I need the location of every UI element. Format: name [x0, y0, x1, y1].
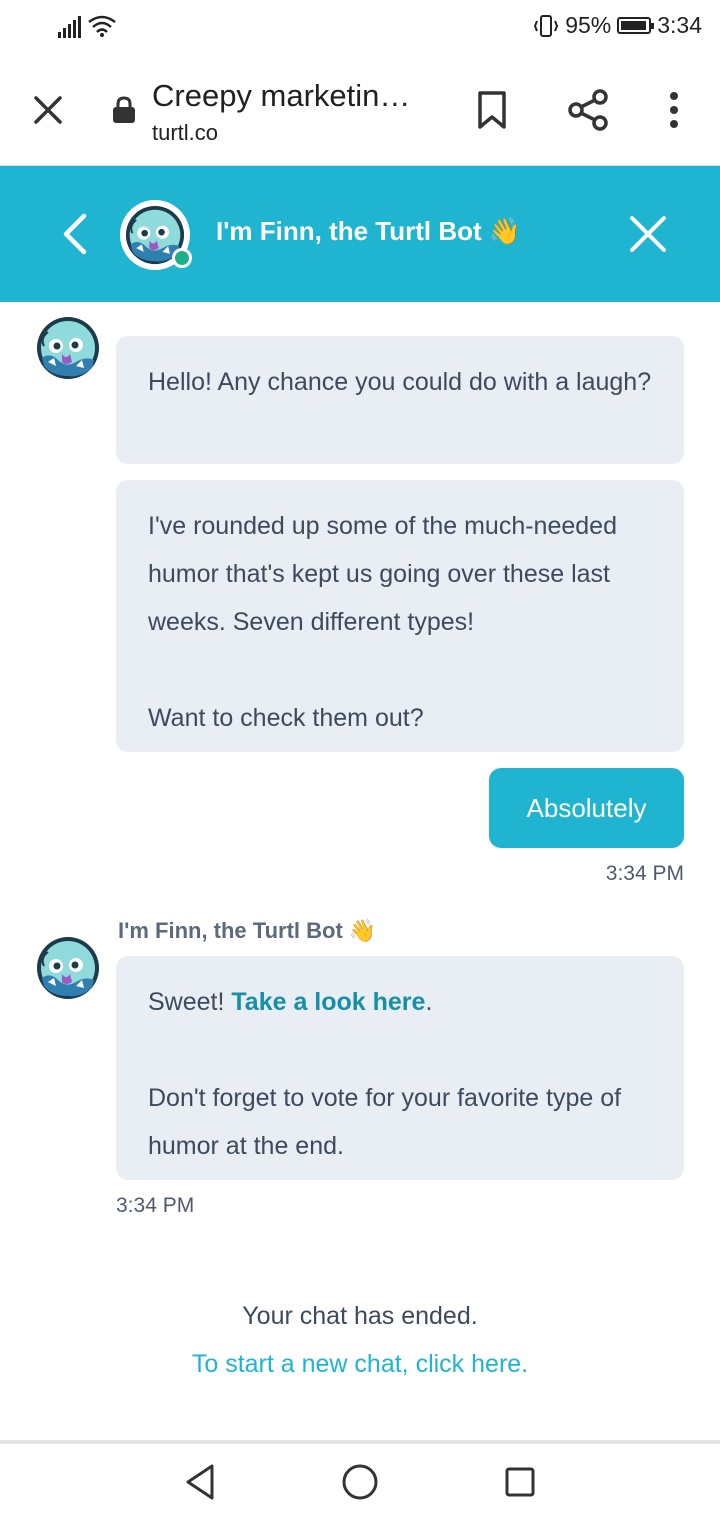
new-chat-link[interactable]: To start a new chat, click here.: [0, 1350, 720, 1379]
message-text: Hello! Any chance you could do with a la…: [148, 368, 652, 396]
chat-title: I'm Finn, the Turtl Bot 👋: [216, 216, 522, 246]
home-circle-icon[interactable]: [341, 1463, 379, 1501]
system-status: 95% 3:34: [533, 12, 702, 39]
message-text: Absolutely: [526, 792, 647, 823]
bookmark-icon[interactable]: [474, 90, 510, 130]
battery-icon: [617, 17, 655, 34]
message-timestamp: 3:34 PM: [605, 862, 684, 885]
message-timestamp: 3:34 PM: [116, 1194, 195, 1217]
user-message: Absolutely: [489, 768, 684, 848]
message-prefix: Sweet!: [148, 988, 232, 1016]
share-icon[interactable]: [566, 88, 610, 132]
lock-icon: [113, 96, 135, 123]
chevron-left-icon[interactable]: [56, 210, 92, 258]
bot-message: Hello! Any chance you could do with a la…: [116, 336, 684, 464]
message-text: Don't forget to vote for your favorite t…: [148, 1084, 622, 1160]
wifi-icon: [88, 15, 116, 37]
bot-message: Sweet! Take a look here. Don't forget to…: [116, 956, 684, 1180]
chat-header: I'm Finn, the Turtl Bot 👋: [0, 166, 720, 302]
battery-percent: 95%: [565, 12, 612, 38]
message-text: I've rounded up some of the much-needed …: [148, 512, 617, 636]
sender-name: I'm Finn, the Turtl Bot 👋: [118, 918, 377, 943]
message-suffix: .: [425, 988, 433, 1016]
bot-message: I've rounded up some of the much-needed …: [116, 480, 684, 752]
chat-ended-text: Your chat has ended.: [242, 1302, 478, 1330]
page-title[interactable]: Creepy marketin…: [152, 78, 410, 114]
online-status-indicator: [172, 248, 192, 268]
bot-avatar-icon: [36, 936, 100, 1000]
close-chat-icon[interactable]: [626, 212, 670, 256]
close-tab-icon[interactable]: [28, 90, 68, 130]
clock: 3:34: [657, 12, 702, 38]
connectivity-indicators: [58, 14, 117, 38]
system-nav-bar: [0, 1440, 720, 1520]
message-text: Sweet! Take a look here.: [148, 978, 652, 1026]
back-triangle-icon[interactable]: [182, 1462, 218, 1502]
vibrate-icon: [534, 14, 559, 37]
message-text: Want to check them out?: [148, 704, 424, 732]
take-a-look-link[interactable]: Take a look here: [231, 988, 425, 1016]
browser-toolbar: Creepy marketin… turtl.co: [0, 56, 720, 166]
signal-strength-icon: [58, 16, 81, 38]
overflow-menu-icon[interactable]: [662, 90, 686, 130]
recent-apps-square-icon[interactable]: [504, 1466, 536, 1498]
url-host[interactable]: turtl.co: [152, 120, 218, 146]
status-bar: 95% 3:34: [0, 0, 720, 56]
bot-avatar-icon: [36, 316, 100, 380]
